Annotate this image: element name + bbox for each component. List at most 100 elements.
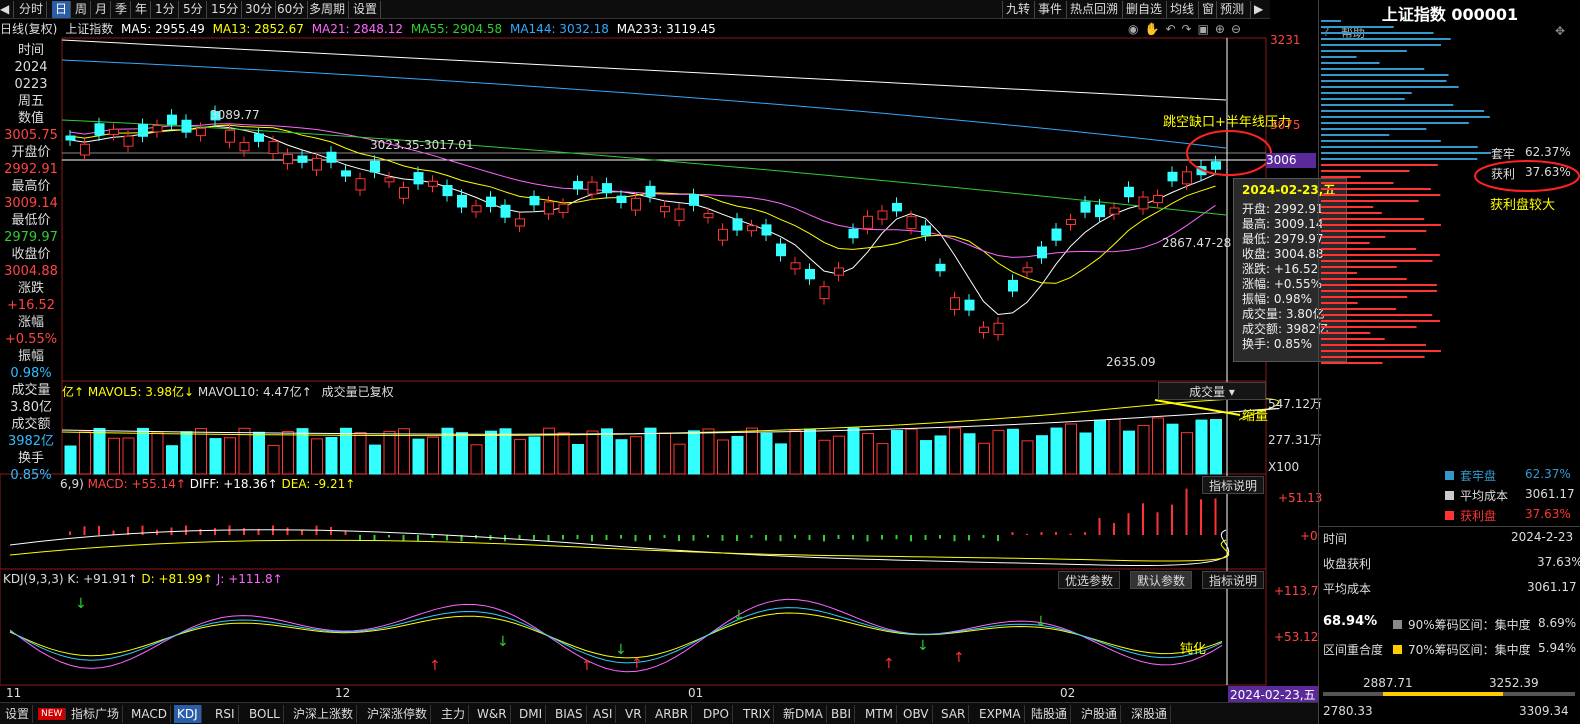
candle-body xyxy=(326,151,337,163)
time-cursor-label: 2024-02-23,五 xyxy=(1228,686,1318,703)
candle-body xyxy=(950,297,960,310)
overlap-pct: 68.94% xyxy=(1323,614,1378,629)
tab-kdj[interactable]: KDJ xyxy=(174,705,202,723)
volume-bar xyxy=(702,428,715,475)
kdj-help-button[interactable]: 指标说明 xyxy=(1202,571,1265,589)
candle-body xyxy=(181,119,192,133)
chip-bar xyxy=(1321,80,1447,82)
volume-bar xyxy=(64,445,77,475)
time-tick: 12 xyxy=(335,686,351,700)
tab-arbr[interactable]: ARBR xyxy=(652,705,693,723)
chip-bar xyxy=(1321,20,1341,22)
volume-bar xyxy=(1065,423,1077,475)
tab-sz-connect[interactable]: 深股通 xyxy=(1128,705,1172,723)
tab-dmi[interactable]: DMI xyxy=(516,705,547,723)
volume-bar xyxy=(79,431,91,475)
tab-sar[interactable]: SAR xyxy=(938,705,970,723)
dea-value: DEA: -9.21↑ xyxy=(281,477,356,491)
tab-boll[interactable]: BOLL xyxy=(246,705,284,723)
candle-body xyxy=(1124,186,1134,198)
tab-bbi[interactable]: BBI xyxy=(828,705,856,723)
volume-bar xyxy=(325,436,338,475)
candle-body xyxy=(515,218,525,227)
volume-header: 亿↑ MAVOL5: 3.98亿↓ MAVOL10: 4.47亿↑ 成交量已复权 xyxy=(62,383,394,400)
j-value: J: +111.8↑ xyxy=(216,572,283,586)
range-bar xyxy=(1323,692,1575,696)
tab-wr[interactable]: W&R xyxy=(474,705,511,723)
candle-body xyxy=(355,178,366,191)
volume-bar xyxy=(673,443,686,475)
volume-bar xyxy=(180,431,193,475)
tab-dpo[interactable]: DPO xyxy=(700,705,733,723)
volume-bar xyxy=(1036,435,1048,475)
legend-trapped-value: 62.37% xyxy=(1525,467,1571,481)
stat-profit-label: 收盘获利 xyxy=(1323,557,1372,571)
tab-macd[interactable]: MACD xyxy=(128,705,171,723)
tab-bias[interactable]: BIAS xyxy=(552,705,587,723)
candle-body xyxy=(1109,207,1120,215)
tab-settings[interactable]: 设置 xyxy=(2,705,34,723)
volume-bar xyxy=(789,430,802,475)
volume-bar xyxy=(804,428,816,475)
chip-bar xyxy=(1321,110,1485,112)
volume-bar xyxy=(876,443,889,475)
range-low90: 2887.71 xyxy=(1363,676,1413,690)
tab-trix[interactable]: TRIX xyxy=(740,705,775,723)
tab-new-dma[interactable]: 新DMA xyxy=(780,705,827,723)
chip-bar xyxy=(1321,92,1412,94)
volume-bar xyxy=(557,432,570,475)
chip-bar xyxy=(1321,308,1397,310)
candle-body xyxy=(65,135,76,141)
kdj-params: KDJ(9,3,3) xyxy=(3,572,64,586)
chip-bar xyxy=(1321,44,1442,46)
candle-body xyxy=(877,210,888,220)
tab-mtm[interactable]: MTM xyxy=(862,705,898,723)
volume-bar xyxy=(731,435,744,475)
down-signal-icon: ↓ xyxy=(75,596,87,612)
mavol10: MAVOL10: 4.47亿↑ xyxy=(197,385,312,399)
range90: 90%筹码区间：集中度 xyxy=(1393,616,1531,633)
volume-bar xyxy=(282,431,294,475)
tab-limit-up-count[interactable]: 沪深涨停数 xyxy=(364,705,432,723)
chip-bar xyxy=(1321,188,1431,190)
optimal-params-button[interactable]: 优选参数 xyxy=(1058,571,1121,589)
chip-bar xyxy=(1321,32,1434,34)
chip-bar xyxy=(1321,38,1451,40)
ohlc-info-panel: 时间 2024 0223 周五 数值 3005.75 开盘价 2992.91 最… xyxy=(0,40,62,485)
candle-body xyxy=(631,197,641,211)
divider xyxy=(1319,526,1580,527)
up-signal-icon: ↑ xyxy=(429,658,441,674)
kline-chart[interactable]: ↓↓ ↓↓↓↓↑ ↑ ↑ ↑ ↑ xyxy=(0,0,1318,702)
time-tick: 02 xyxy=(1060,686,1076,700)
chip-bar xyxy=(1321,50,1407,52)
tab-indicator-square[interactable]: 指标广场 xyxy=(68,705,124,723)
chip-bar xyxy=(1321,86,1459,88)
volume-bar xyxy=(456,432,468,475)
default-params-button[interactable]: 默认参数 xyxy=(1130,571,1193,589)
volume-bar xyxy=(949,427,961,475)
volume-selector[interactable]: 成交量 ▾ xyxy=(1158,382,1266,400)
chip-bar xyxy=(1321,122,1469,124)
candle-body xyxy=(152,125,163,133)
tab-northbound[interactable]: 陆股通 xyxy=(1028,705,1072,723)
chip-bar xyxy=(1321,356,1425,358)
chip-bar xyxy=(1321,326,1417,328)
tab-obv[interactable]: OBV xyxy=(900,705,933,723)
volume-bar xyxy=(760,432,773,475)
tab-expma[interactable]: EXPMA xyxy=(976,705,1025,723)
tab-rsi[interactable]: RSI xyxy=(212,705,239,723)
chip-bar xyxy=(1321,266,1397,268)
tab-sh-connect[interactable]: 沪股通 xyxy=(1078,705,1122,723)
tab-main-force[interactable]: 主力 xyxy=(438,705,470,723)
volume-bar xyxy=(1152,417,1164,475)
down-signal-icon: ↓ xyxy=(733,608,745,624)
range-marker: 2867.47-28 xyxy=(1162,236,1232,250)
volume-bar xyxy=(267,444,280,475)
tab-asi[interactable]: ASI xyxy=(590,705,617,723)
candle-body xyxy=(1138,196,1149,210)
trapped-pct: 62.37% xyxy=(1525,145,1571,159)
macd-help-button[interactable]: 指标说明 xyxy=(1202,476,1265,494)
tab-vr[interactable]: VR xyxy=(622,705,646,723)
tab-up-count[interactable]: 沪深上涨数 xyxy=(290,705,358,723)
candle-body xyxy=(254,133,264,142)
